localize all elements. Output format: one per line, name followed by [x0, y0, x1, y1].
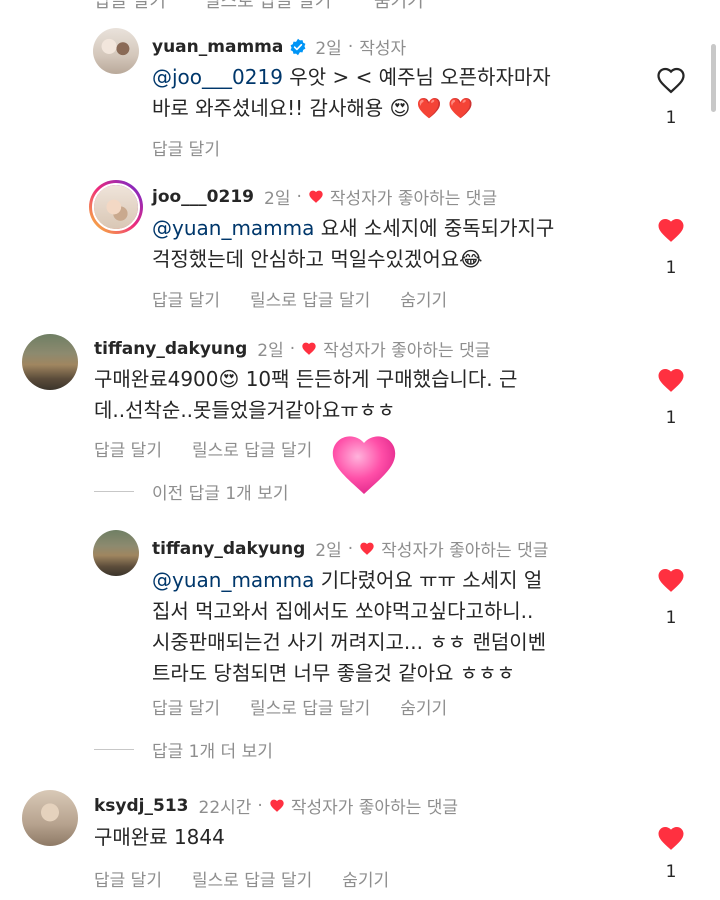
comment-text: @joo___0219 우앗 > < 예주님 오픈하자마자 바로 와주셨네요!!…: [152, 65, 551, 120]
reply-button[interactable]: 답글 달기: [152, 694, 220, 719]
comment-text: 구매완료4900😍 10팩 든든하게 구매했습니다. 근 데..선착순..못들었…: [94, 367, 518, 422]
reels-reply-button[interactable]: 릴스로 답글 달기: [250, 694, 370, 719]
author-liked-label: 작성자가 좋아하는 댓글: [381, 541, 549, 561]
like-area: 1: [656, 66, 686, 128]
reply-button[interactable]: 답글 달기: [94, 436, 162, 461]
reels-reply-button[interactable]: 릴스로 답글 달기: [192, 866, 312, 891]
author-tag: 작성자: [359, 39, 407, 59]
heart-filled-icon[interactable]: [656, 366, 686, 394]
scrollbar[interactable]: [711, 44, 716, 112]
avatar[interactable]: [93, 28, 139, 74]
hide-button[interactable]: 숨기기: [342, 866, 389, 891]
heart-outline-icon[interactable]: [656, 66, 686, 94]
mention-link[interactable]: @joo___0219: [152, 65, 283, 89]
like-count: 1: [665, 108, 677, 128]
avatar-story-ring[interactable]: [89, 180, 143, 234]
verified-badge-icon: [290, 38, 306, 55]
reply-button[interactable]: 답글 달기: [94, 866, 162, 891]
comment-time: 2일: [264, 189, 291, 209]
like-count: 1: [665, 608, 677, 628]
like-count: 1: [665, 408, 677, 428]
username[interactable]: tiffany_dakyung: [94, 339, 247, 359]
comment-text: @yuan_mamma 기다렸어요 ㅠㅠ 소세지 얼 집서 먹고와서 집에서도 …: [152, 568, 547, 685]
like-area: 1: [656, 824, 686, 882]
view-previous-replies[interactable]: 이전 답글 1개 보기: [94, 479, 289, 504]
like-count: 1: [665, 862, 677, 882]
divider-line: [94, 491, 134, 492]
comment-text: @yuan_mamma 요새 소세지에 중독되가지구 걱정했는데 안심하고 먹일…: [152, 216, 555, 271]
reply-button[interactable]: 답글 달기: [94, 0, 166, 13]
comment-time: 22시간: [198, 798, 252, 818]
like-area: 1: [656, 566, 686, 628]
comment-time: 2일: [257, 341, 284, 361]
mention-link[interactable]: @yuan_mamma: [152, 216, 314, 240]
comment-time: 2일: [315, 39, 342, 59]
floating-heart-icon: [332, 436, 396, 494]
view-more-replies[interactable]: 답글 1개 더 보기: [94, 737, 273, 762]
reels-reply-button[interactable]: 릴스로 답글 달기: [250, 286, 370, 311]
author-liked-heart-icon: [270, 799, 284, 812]
author-liked-heart-icon: [309, 190, 323, 203]
heart-filled-icon[interactable]: [656, 216, 686, 244]
username[interactable]: joo___0219: [152, 187, 254, 207]
username[interactable]: yuan_mamma: [152, 37, 283, 57]
avatar[interactable]: [22, 334, 78, 390]
reply-button[interactable]: 답글 달기: [152, 135, 220, 160]
previous-comment-actions: 답글 달기 릴스로 답글 달기 숨기기: [0, 0, 720, 12]
reply-button[interactable]: 답글 달기: [152, 286, 220, 311]
like-count: 1: [665, 258, 677, 278]
mention-link[interactable]: @yuan_mamma: [152, 568, 314, 592]
author-liked-label: 작성자가 좋아하는 댓글: [290, 798, 459, 818]
divider-line: [94, 749, 134, 750]
author-liked-label: 작성자가 좋아하는 댓글: [323, 341, 491, 361]
username[interactable]: tiffany_dakyung: [152, 539, 305, 559]
comment-time: 2일: [315, 541, 342, 561]
reels-reply-button[interactable]: 릴스로 답글 달기: [204, 0, 331, 13]
author-liked-heart-icon: [360, 542, 374, 555]
heart-filled-icon[interactable]: [656, 824, 686, 852]
hide-button[interactable]: 숨기기: [374, 0, 424, 13]
hide-button[interactable]: 숨기기: [400, 694, 447, 719]
like-area: 1: [656, 216, 686, 278]
like-area: 1: [656, 366, 686, 428]
hide-button[interactable]: 숨기기: [400, 286, 447, 311]
author-liked-label: 작성자가 좋아하는 댓글: [329, 189, 498, 209]
heart-filled-icon[interactable]: [656, 566, 686, 594]
avatar[interactable]: [22, 790, 78, 846]
username[interactable]: ksydj_513: [94, 796, 189, 816]
author-liked-heart-icon: [302, 342, 316, 355]
reels-reply-button[interactable]: 릴스로 답글 달기: [192, 436, 312, 461]
comment-text: 구매완료 1844: [94, 825, 225, 849]
avatar[interactable]: [93, 530, 139, 576]
